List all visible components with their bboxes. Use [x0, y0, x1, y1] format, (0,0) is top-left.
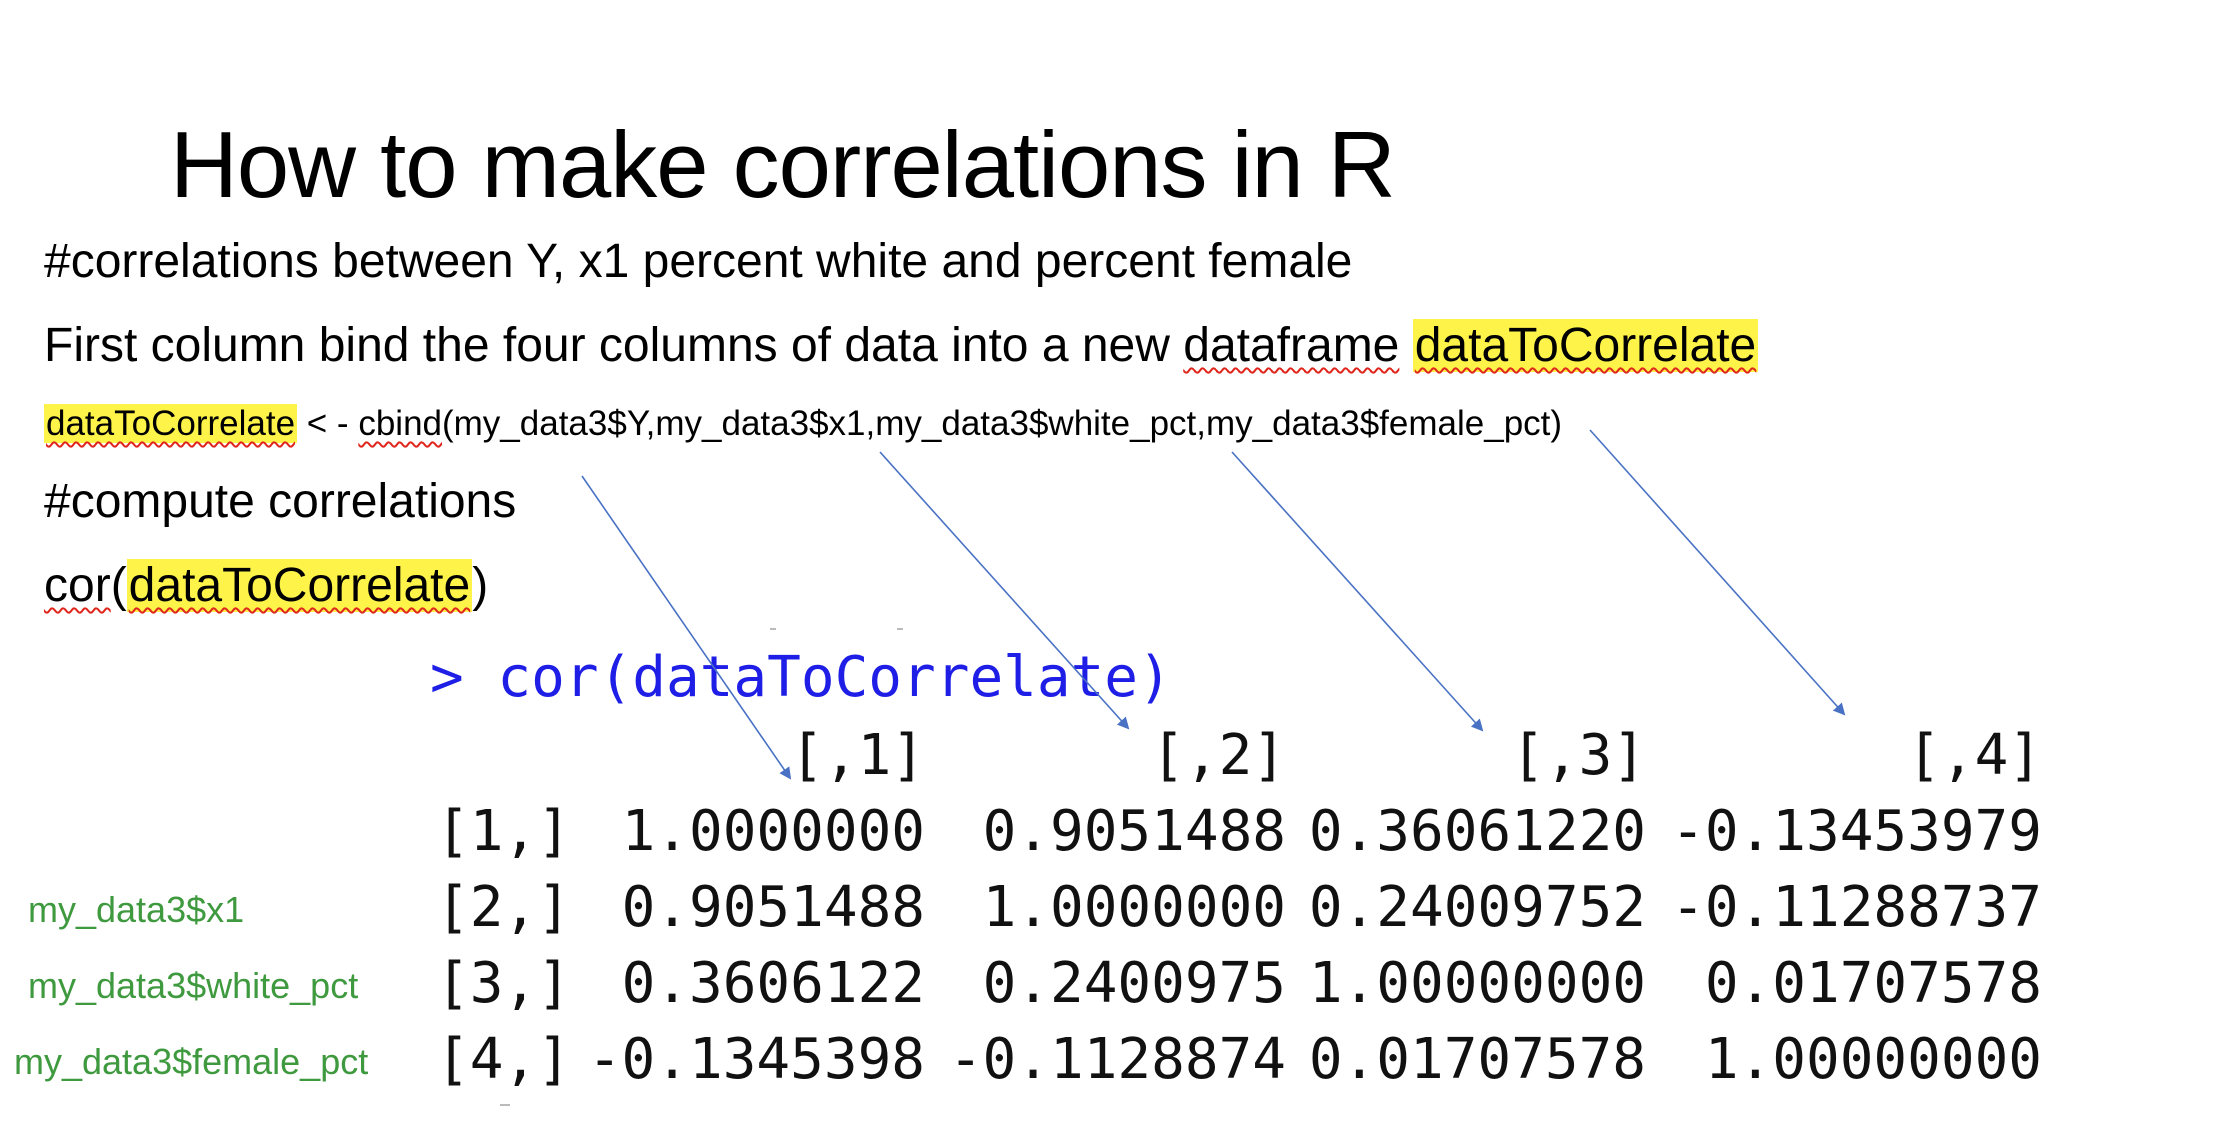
column-header: [,3]: [1511, 723, 1646, 788]
console-crop-mark: [897, 628, 903, 630]
assign-operator: < -: [297, 404, 359, 443]
cor-code-line: cor(dataToCorrelate): [44, 559, 489, 612]
code-variable: dataToCorrelate: [44, 404, 298, 443]
correlation-value: 1.00000000: [1308, 951, 1646, 1016]
variable-annotation: my_data3$white_pct: [28, 965, 359, 1006]
cbind-function: cbind: [358, 404, 442, 443]
correlation-value: 0.3606122: [621, 951, 925, 1016]
cor-open-paren: (: [110, 559, 127, 612]
highlighted-variable: dataToCorrelate: [1412, 319, 1759, 372]
correlation-value: -0.1128874: [948, 1027, 1286, 1092]
comment-compute: #compute correlations: [44, 475, 517, 528]
correlation-value: 1.0000000: [621, 799, 925, 864]
correlation-value: 0.9051488: [621, 875, 925, 940]
correlation-value: 0.9051488: [982, 799, 1286, 864]
console-crop-mark: [770, 628, 776, 630]
correlation-value: 0.36061220: [1308, 799, 1646, 864]
row-label: [1,]: [436, 799, 571, 864]
correlation-value: 0.2400975: [982, 951, 1286, 1016]
cor-close-paren: ): [472, 559, 489, 612]
comment-correlations: #correlations between Y, x1 percent whit…: [44, 235, 1353, 288]
variable-annotation: my_data3$female_pct: [14, 1041, 369, 1082]
variable-annotation: my_data3$x1: [28, 889, 245, 930]
correlation-value: -0.11288737: [1671, 875, 2042, 940]
correlation-value: 0.01707578: [1308, 1027, 1646, 1092]
row-label: [2,]: [436, 875, 571, 940]
correlation-value: -0.13453979: [1671, 799, 2042, 864]
arrow-female-to-col4: [1589, 429, 1846, 716]
correlation-value: -0.1345398: [587, 1027, 925, 1092]
cor-function: cor: [44, 559, 111, 612]
cor-argument: dataToCorrelate: [126, 559, 473, 612]
cbind-arguments: (my_data3$Y,my_data3$x1,my_data3$white_p…: [442, 404, 1563, 443]
correlation-value: 0.24009752: [1308, 875, 1646, 940]
column-header: [,2]: [1151, 723, 1286, 788]
slide-title: How to make correlations in R: [170, 112, 1396, 217]
instruction-line: First column bind the four columns of da…: [44, 319, 1759, 372]
row-label: [3,]: [436, 951, 571, 1016]
correlation-value: 1.00000000: [1704, 1027, 2042, 1092]
column-header: [,1]: [790, 723, 925, 788]
arrow-y-to-col1: [581, 475, 792, 780]
console-prompt: > cor(dataToCorrelate): [430, 645, 1172, 710]
correlation-value: 0.01707578: [1704, 951, 2042, 1016]
console-crop-mark: [500, 1104, 510, 1106]
cbind-code-line: dataToCorrelate < - cbind(my_data3$Y,my_…: [44, 404, 1563, 443]
row-label: [4,]: [436, 1027, 571, 1092]
column-header: [,4]: [1907, 723, 2042, 788]
dataframe-word: dataframe: [1183, 319, 1400, 372]
correlation-value: 1.0000000: [982, 875, 1286, 940]
arrow-white-to-col3: [1231, 451, 1484, 732]
instruction-text: First column bind the four columns of da…: [44, 319, 1184, 372]
